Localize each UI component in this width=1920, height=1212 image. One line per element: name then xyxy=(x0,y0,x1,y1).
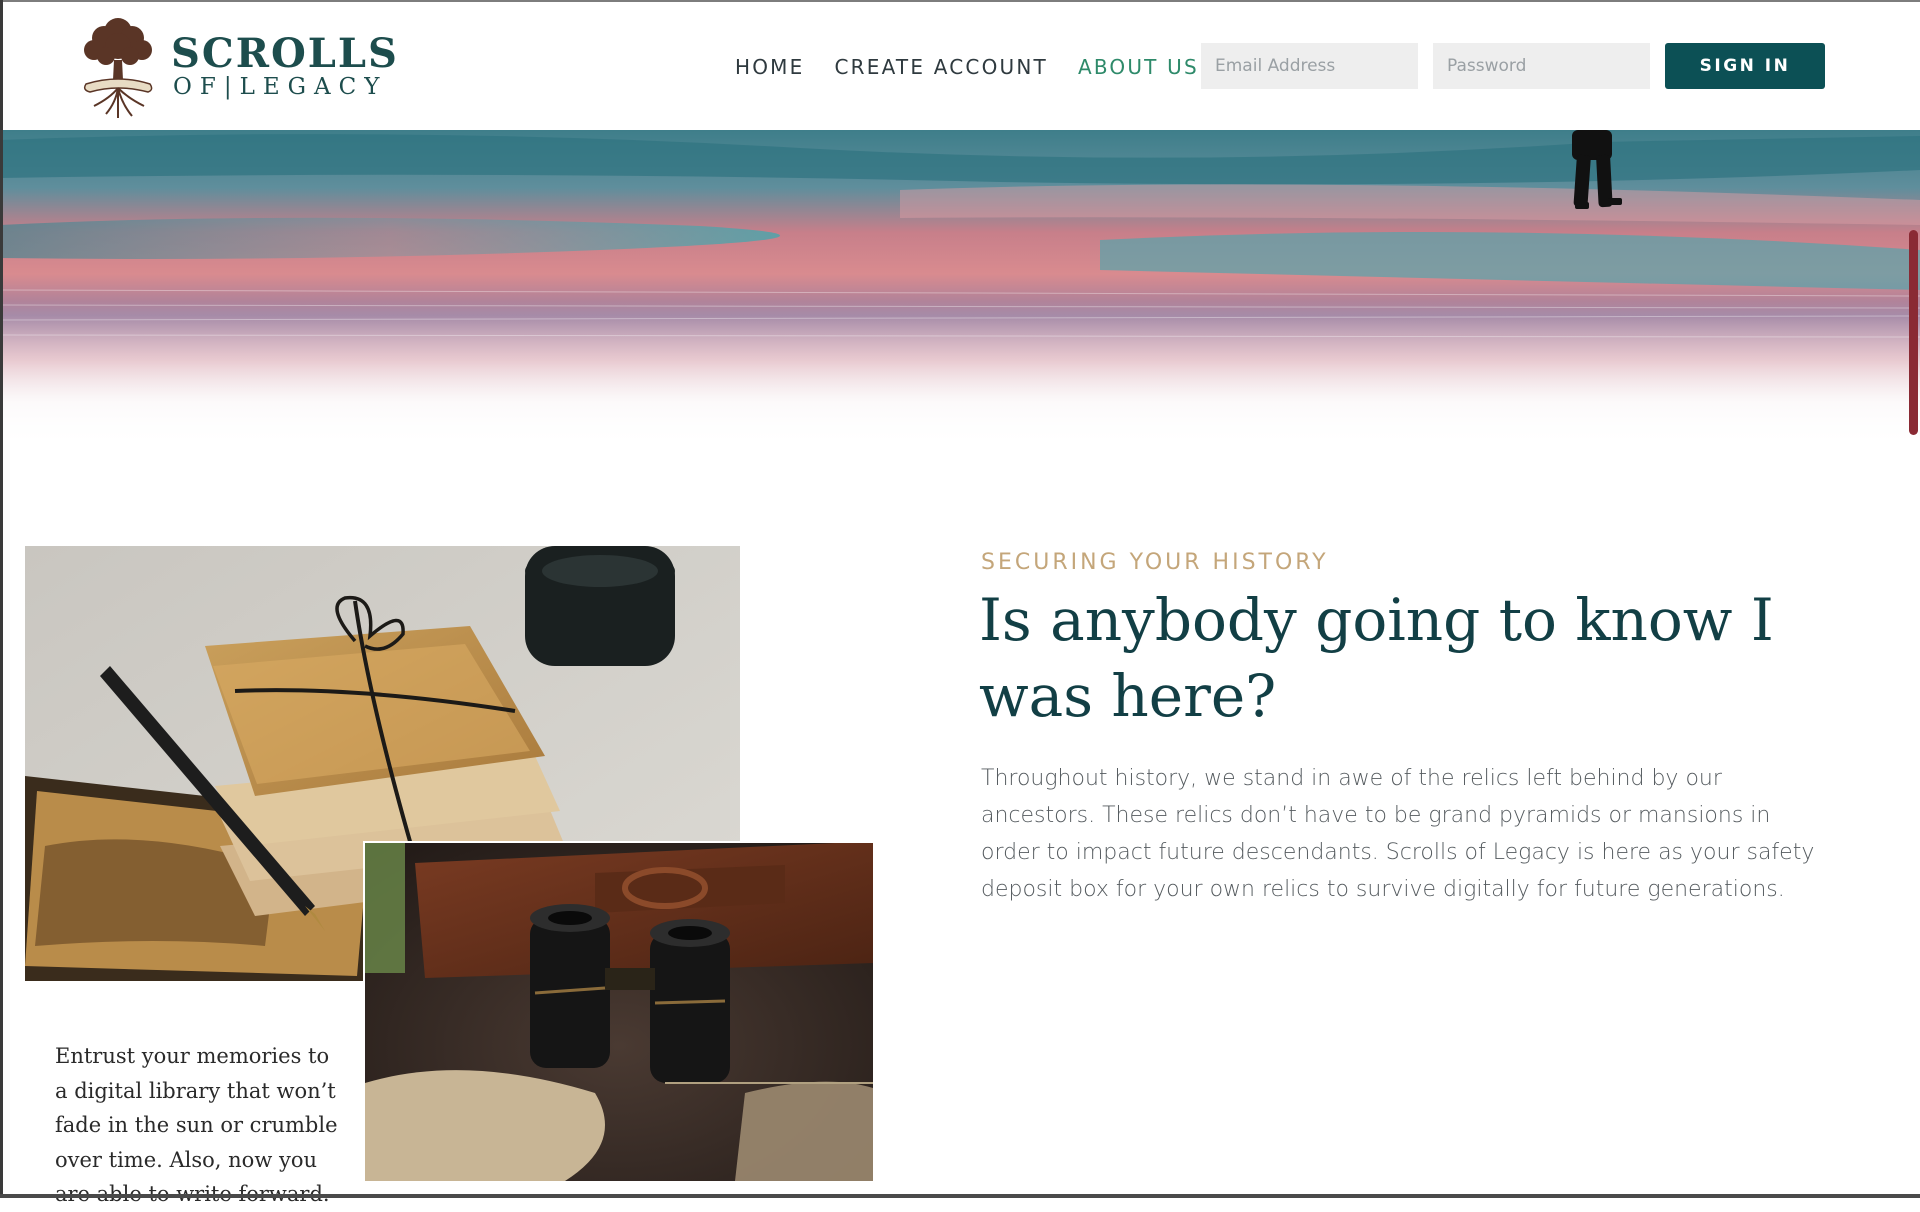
page-scrollbar-thumb[interactable] xyxy=(1909,230,1918,435)
window-left-edge xyxy=(0,0,3,1198)
section-body: Throughout history, we stand in awe of t… xyxy=(981,766,1815,902)
sign-in-button[interactable]: SIGN IN xyxy=(1665,43,1825,89)
nav-about-us[interactable]: ABOUT US xyxy=(1078,55,1199,79)
window-bottom-edge xyxy=(0,1194,1920,1198)
site-header: SCROLLS OF|LEGACY HOME CREATE ACCOUNT AB… xyxy=(0,0,1920,130)
nav-create-account[interactable]: CREATE ACCOUNT xyxy=(834,55,1047,79)
brand-name-line2: OF|LEGACY xyxy=(173,74,388,100)
main-nav: HOME CREATE ACCOUNT ABOUT US xyxy=(735,52,1229,82)
tree-icon xyxy=(83,18,153,118)
window-top-edge xyxy=(0,0,1920,2)
section-headline: Is anybody going to know I was here? xyxy=(979,586,1774,730)
nav-home[interactable]: HOME xyxy=(735,55,804,79)
section-eyebrow: SECURING YOUR HISTORY xyxy=(981,550,1329,575)
image-caption: Entrust your memories to a digital libra… xyxy=(55,1044,338,1206)
hero-landscape-image xyxy=(0,130,1920,450)
brand-name-line1: SCROLLS xyxy=(171,30,399,77)
password-field[interactable] xyxy=(1433,43,1650,89)
binoculars-photo xyxy=(363,841,873,1181)
brand-logo[interactable]: SCROLLS OF|LEGACY xyxy=(76,10,399,122)
hero-banner xyxy=(0,130,1920,450)
email-field[interactable] xyxy=(1201,43,1418,89)
